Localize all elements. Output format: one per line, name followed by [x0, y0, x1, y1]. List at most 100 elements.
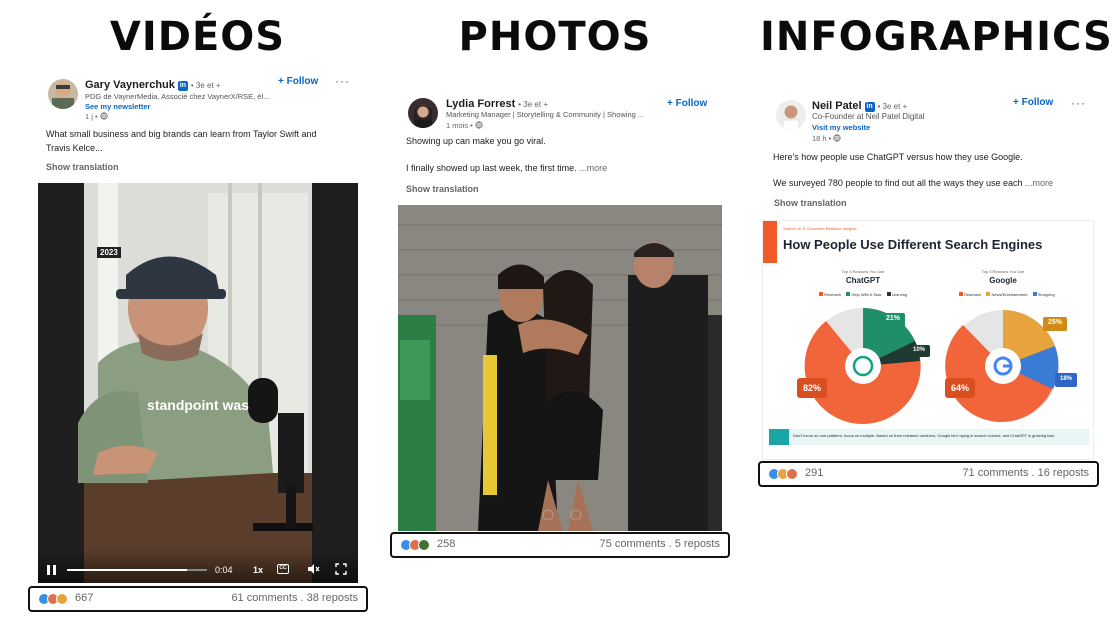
infographic-footer: Don't focus on one platform, focus on mu…: [793, 433, 1055, 438]
linkedin-icon: in: [864, 102, 875, 112]
mute-icon[interactable]: [307, 563, 320, 575]
chatgpt-name: ChatGPT: [845, 276, 881, 285]
avatar[interactable]: [408, 98, 438, 128]
reaction-count[interactable]: 667: [75, 592, 93, 604]
chatgpt-value-1: 82%: [802, 383, 821, 393]
post-text-line-2: We surveyed 780 people to find out all t…: [773, 176, 1095, 190]
author-name-text[interactable]: Neil Patel: [812, 100, 862, 112]
reaction-count[interactable]: 291: [805, 467, 823, 479]
chatgpt-legend: Research Help With A Task Learning: [819, 292, 907, 297]
google-subtitle: Top 3 Reasons You Use: [981, 269, 1025, 274]
globe-icon: [833, 134, 842, 142]
infographic-title: How People Use Different Search Engines: [783, 237, 1043, 252]
video-progress-track[interactable]: [67, 569, 207, 571]
see-more-link[interactable]: ...more: [1025, 178, 1053, 188]
comments-reposts[interactable]: 75 comments . 5 reposts: [600, 538, 720, 550]
insightful-icon: [418, 539, 430, 551]
author-headline: Co-Founder at Neil Patel Digital: [812, 112, 925, 121]
fullscreen-icon[interactable]: [335, 563, 347, 575]
post-text-line-2: I finally showed up last week, the first…: [406, 161, 716, 175]
comments-reposts[interactable]: 71 comments . 16 reposts: [962, 467, 1089, 479]
google-value-3: 18%: [1059, 376, 1072, 382]
playback-speed[interactable]: 1x: [253, 565, 263, 575]
video-progress-fill: [67, 569, 188, 571]
post-gary-vaynerchuk: Gary Vaynerchuk in • 3e et + PDG de Vayner…: [38, 70, 358, 620]
post-text-line-1: Here's how people use ChatGPT versus how…: [773, 152, 1023, 162]
see-more-link[interactable]: ...more: [579, 163, 607, 173]
captions-icon[interactable]: CC: [277, 564, 289, 574]
chatgpt-value-3: 10%: [912, 347, 925, 353]
connection-degree: • 3e et +: [190, 81, 221, 90]
google-legend-2: News/Entertainment: [991, 292, 1028, 297]
author-headline: PDG de VaynerMedia, Associé chez VaynerX…: [85, 92, 270, 101]
support-icon: [56, 593, 68, 605]
engagement-bar-neil: 291 71 comments . 16 reposts: [758, 461, 1099, 487]
video-player[interactable]: 2023 standpoint was 0:04 1x CC: [38, 183, 358, 583]
heading-infographics: INFOGRAPHICS: [760, 14, 1113, 60]
comments-reposts[interactable]: 61 comments . 38 reposts: [231, 592, 358, 604]
post-text-line-2-text: We surveyed 780 people to find out all t…: [773, 178, 1023, 188]
google-legend-3: Shopping: [1037, 292, 1055, 297]
pause-icon[interactable]: [46, 564, 58, 576]
avatar[interactable]: [776, 100, 806, 130]
post-photo[interactable]: [398, 205, 722, 531]
post-age-text: 1 j •: [85, 112, 98, 121]
chatgpt-legend-2: Help With A Task: [851, 292, 882, 297]
author-name[interactable]: Neil Patel in • 3e et +: [812, 100, 907, 112]
google-legend: Research News/Entertainment Shopping: [959, 292, 1055, 297]
show-translation-link[interactable]: Show translation: [774, 198, 847, 208]
globe-icon: [475, 121, 483, 129]
post-neil-patel: Neil Patel in • 3e et + Co-Founder at Neil…: [762, 92, 1095, 462]
google-value-1: 64%: [950, 383, 969, 393]
author-name-text[interactable]: Lydia Forrest: [446, 98, 515, 110]
connection-degree: • 3e et +: [518, 100, 548, 109]
more-options-icon[interactable]: ···: [1071, 96, 1086, 110]
linkedin-icon: in: [177, 81, 188, 91]
google-name: Google: [989, 276, 1017, 285]
post-text-line-2-text: I finally showed up last week, the first…: [406, 163, 577, 173]
engagement-bar-lydia: 258 75 comments . 5 reposts: [390, 532, 730, 558]
love-icon: [786, 468, 798, 480]
chatgpt-subtitle: Top 3 Reasons You Use: [841, 269, 885, 274]
chatgpt-legend-1: Research: [824, 292, 842, 297]
author-name-text[interactable]: Gary Vaynerchuk: [85, 79, 175, 91]
post-age-text: 1 mois •: [446, 121, 473, 130]
post-age-text: 18 h •: [812, 134, 832, 143]
post-text-line-1: Showing up can make you go viral.: [406, 136, 546, 146]
video-frame: [38, 183, 358, 583]
newsletter-link[interactable]: See my newsletter: [85, 102, 150, 111]
video-caption: standpoint was: [147, 397, 249, 413]
post-age: 18 h •: [812, 134, 842, 143]
video-time: 0:04: [215, 565, 233, 575]
infographic-image[interactable]: Search, AI & Consumer Behavior Insights …: [762, 220, 1094, 460]
infographic-brand-bar: [763, 221, 777, 263]
show-translation-link[interactable]: Show translation: [46, 162, 119, 172]
more-options-icon[interactable]: ···: [335, 74, 350, 88]
google-legend-1: Research: [964, 292, 982, 297]
follow-button[interactable]: + Follow: [1013, 97, 1053, 108]
reaction-count[interactable]: 258: [437, 538, 455, 550]
heading-videos: VIDÉOS: [109, 14, 286, 60]
photo-scene: [398, 205, 722, 531]
follow-button[interactable]: + Follow: [667, 98, 707, 109]
chatgpt-value-2: 21%: [885, 315, 900, 322]
infographic-kicker: Search, AI & Consumer Behavior Insights: [783, 226, 857, 231]
chatgpt-legend-3: Learning: [891, 292, 908, 297]
avatar[interactable]: [48, 79, 78, 109]
follow-button[interactable]: + Follow: [278, 76, 318, 87]
engagement-bar-gary: 667 61 comments . 38 reposts: [28, 586, 368, 612]
author-name[interactable]: Gary Vaynerchuk in • 3e et +: [85, 79, 221, 91]
post-age: 1 mois •: [446, 121, 483, 130]
post-text: What small business and big brands can l…: [46, 129, 317, 153]
globe-icon: [100, 112, 108, 120]
author-headline: Marketing Manager | Storytelling & Commu…: [446, 110, 645, 119]
website-link[interactable]: Visit my website: [812, 123, 870, 132]
post-lydia-forrest: Lydia Forrest • 3e et + Marketing Manager…: [398, 92, 722, 532]
post-age: 1 j •: [85, 112, 108, 121]
google-value-2: 25%: [1047, 319, 1062, 326]
connection-degree: • 3e et +: [877, 102, 908, 111]
author-name[interactable]: Lydia Forrest • 3e et +: [446, 98, 548, 110]
donut-charts: [769, 308, 1089, 445]
show-translation-link[interactable]: Show translation: [406, 184, 479, 194]
year-label: 2023: [97, 247, 121, 258]
